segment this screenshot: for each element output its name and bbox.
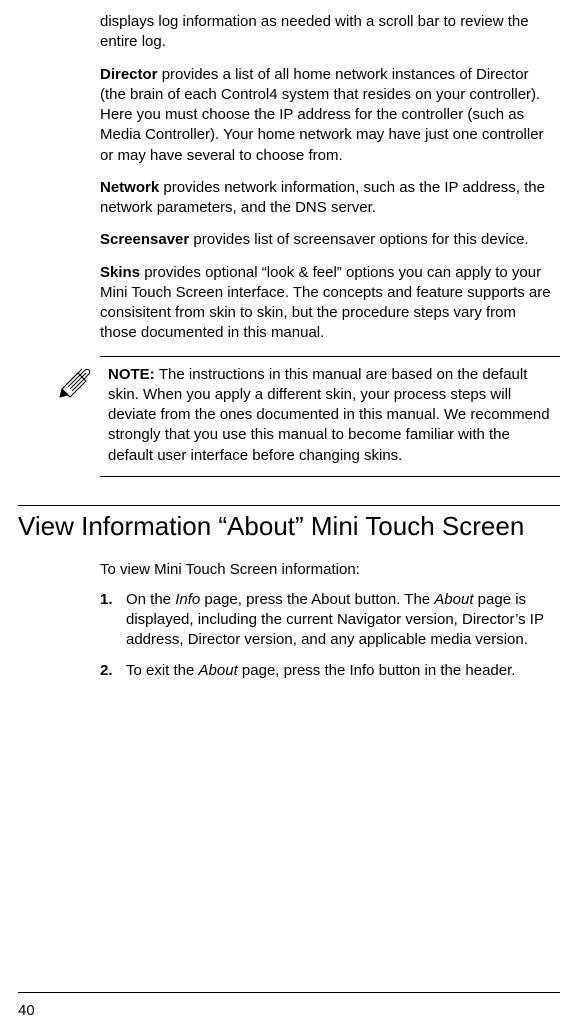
note-text: NOTE: The instructions in this manual ar… bbox=[108, 365, 552, 466]
note-icon bbox=[58, 365, 98, 466]
section-lead: To view Mini Touch Screen information: bbox=[100, 560, 552, 580]
step-2-number: 2. bbox=[100, 661, 126, 681]
step-1-number: 1. bbox=[100, 590, 126, 651]
note-rule-bottom bbox=[100, 476, 560, 477]
screensaver-paragraph: Screensaver provides list of screensaver… bbox=[100, 230, 552, 250]
note-body: The instructions in this manual are base… bbox=[108, 366, 550, 464]
skins-paragraph: Skins provides optional “look & feel” op… bbox=[100, 263, 552, 344]
director-text: provides a list of all home network inst… bbox=[100, 66, 544, 164]
footer-rule bbox=[18, 992, 560, 993]
step-1-italic-2: About bbox=[434, 591, 473, 608]
skins-label: Skins bbox=[100, 264, 140, 281]
step-1-body: On the Info page, press the About button… bbox=[126, 590, 552, 651]
director-label: Director bbox=[100, 66, 158, 83]
step-2-pre: To exit the bbox=[126, 662, 199, 679]
page: displays log information as needed with … bbox=[0, 0, 578, 1035]
step-1-mid: page, press the About button. The bbox=[200, 591, 434, 608]
intro-paragraph-tail: displays log information as needed with … bbox=[100, 12, 552, 53]
step-1-italic-1: Info bbox=[175, 591, 200, 608]
step-1-pre: On the bbox=[126, 591, 175, 608]
screensaver-text: provides list of screensaver options for… bbox=[189, 231, 528, 248]
network-paragraph: Network provides network information, su… bbox=[100, 178, 552, 219]
skins-text: provides optional “look & feel” options … bbox=[100, 264, 551, 342]
body-content: displays log information as needed with … bbox=[100, 12, 552, 344]
note-label: NOTE: bbox=[108, 366, 159, 383]
director-paragraph: Director provides a list of all home net… bbox=[100, 65, 552, 166]
section-title: View Information “About” Mini Touch Scre… bbox=[18, 512, 560, 542]
note-block: NOTE: The instructions in this manual ar… bbox=[58, 365, 552, 466]
section-body: To view Mini Touch Screen information: 1… bbox=[100, 560, 552, 681]
step-2: 2. To exit the About page, press the Inf… bbox=[100, 661, 552, 681]
page-number: 40 bbox=[18, 1002, 35, 1019]
section-rule bbox=[18, 505, 560, 506]
step-2-italic-1: About bbox=[199, 662, 238, 679]
step-2-mid: page, press the Info button in the heade… bbox=[238, 662, 516, 679]
network-text: provides network information, such as th… bbox=[100, 179, 545, 216]
network-label: Network bbox=[100, 179, 159, 196]
screensaver-label: Screensaver bbox=[100, 231, 189, 248]
step-2-body: To exit the About page, press the Info b… bbox=[126, 661, 552, 681]
step-1: 1. On the Info page, press the About but… bbox=[100, 590, 552, 651]
note-rule-top bbox=[100, 356, 560, 357]
